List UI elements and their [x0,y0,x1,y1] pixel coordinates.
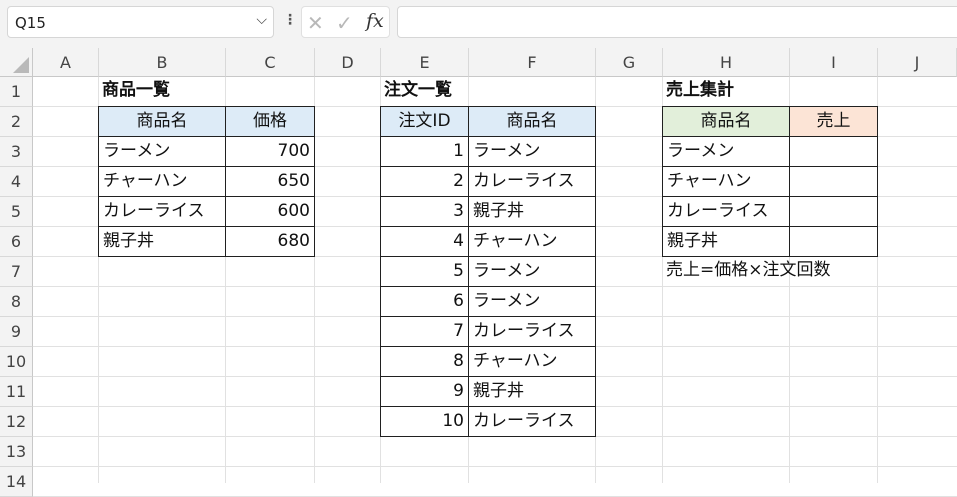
orders-cell-id[interactable]: 4 [380,226,469,257]
products-cell-price[interactable]: 600 [225,196,315,227]
orders-cell-product[interactable]: チャーハン [468,226,596,257]
summary-note[interactable]: 売上=価格×注文回数 [662,256,831,286]
row-header-13[interactable]: 13 [0,437,33,467]
products-title[interactable]: 商品一覧 [98,76,225,106]
summary-cell-product[interactable]: カレーライス [662,196,790,227]
products-cell-name[interactable]: チャーハン [98,166,226,197]
orders-cell-product[interactable]: ラーメン [468,136,596,167]
column-header-a[interactable]: A [33,48,99,77]
select-all-icon [13,57,29,73]
column-header-h[interactable]: H [663,48,790,77]
orders-cell-product[interactable]: 親子丼 [468,376,596,407]
row-header-2[interactable]: 2 [0,107,33,137]
row-header-6[interactable]: 6 [0,227,33,257]
more-vertical-icon[interactable]: ⋮ [283,13,297,27]
row-header-7[interactable]: 7 [0,257,33,287]
orders-header-id[interactable]: 注文ID [380,106,469,137]
formula-bar: Q15 ⌵ ⋮ ✕ ✓ fx [0,0,957,48]
select-all-corner[interactable] [0,48,33,77]
fx-icon[interactable]: fx [366,10,384,32]
column-header-i[interactable]: I [790,48,878,77]
products-cell-name[interactable]: カレーライス [98,196,226,227]
products-header-price[interactable]: 価格 [225,106,315,137]
row-header-8[interactable]: 8 [0,287,33,317]
row-header-4[interactable]: 4 [0,167,33,197]
chevron-down-icon[interactable]: ⌵ [256,12,267,28]
name-box[interactable]: Q15 ⌵ [7,6,274,38]
grid-hline [33,466,957,467]
summary-cell-sales[interactable] [789,226,878,257]
summary-cell-product[interactable]: チャーハン [662,166,790,197]
orders-cell-id[interactable]: 10 [380,406,469,437]
row-header-14[interactable]: 14 [0,467,33,497]
orders-cell-id[interactable]: 8 [380,346,469,377]
orders-cell-id[interactable]: 6 [380,286,469,317]
formula-input[interactable] [397,6,957,38]
summary-header-product[interactable]: 商品名 [662,106,790,137]
orders-cell-product[interactable]: カレーライス [468,316,596,347]
column-header-e[interactable]: E [381,48,469,77]
summary-cell-product[interactable]: 親子丼 [662,226,790,257]
row-header-1[interactable]: 1 [0,77,33,107]
orders-cell-id[interactable]: 7 [380,316,469,347]
orders-cell-product[interactable]: ラーメン [468,286,596,317]
confirm-check-icon[interactable]: ✓ [336,11,353,35]
summary-cell-product[interactable]: ラーメン [662,136,790,167]
products-cell-price[interactable]: 650 [225,166,315,197]
row-header-11[interactable]: 11 [0,377,33,407]
products-header-name[interactable]: 商品名 [98,106,226,137]
summary-cell-sales[interactable] [789,166,878,197]
column-header-d[interactable]: D [315,48,381,77]
row-header-9[interactable]: 9 [0,317,33,347]
cancel-x-icon[interactable]: ✕ [307,11,324,35]
column-header-g[interactable]: G [596,48,663,77]
orders-cell-id[interactable]: 3 [380,196,469,227]
row-header-3[interactable]: 3 [0,137,33,167]
orders-cell-id[interactable]: 9 [380,376,469,407]
row-header-5[interactable]: 5 [0,197,33,227]
products-cell-name[interactable]: 親子丼 [98,226,226,257]
products-cell-price[interactable]: 680 [225,226,315,257]
orders-cell-product[interactable]: ラーメン [468,256,596,287]
summary-cell-sales[interactable] [789,196,878,227]
orders-cell-product[interactable]: チャーハン [468,346,596,377]
orders-header-product[interactable]: 商品名 [468,106,596,137]
formula-actions: ✕ ✓ fx [301,6,390,38]
column-header-j[interactable]: J [878,48,957,77]
orders-cell-product[interactable]: 親子丼 [468,196,596,227]
column-header-f[interactable]: F [469,48,596,77]
column-header-c[interactable]: C [226,48,315,77]
orders-title[interactable]: 注文一覧 [380,76,468,106]
orders-cell-id[interactable]: 5 [380,256,469,287]
orders-cell-product[interactable]: カレーライス [468,166,596,197]
row-header-10[interactable]: 10 [0,347,33,377]
orders-cell-product[interactable]: カレーライス [468,406,596,437]
summary-header-sales[interactable]: 売上 [789,106,878,137]
orders-cell-id[interactable]: 2 [380,166,469,197]
summary-title[interactable]: 売上集計 [662,76,789,106]
row-header-12[interactable]: 12 [0,407,33,437]
summary-cell-sales[interactable] [789,136,878,167]
products-cell-name[interactable]: ラーメン [98,136,226,167]
products-cell-price[interactable]: 700 [225,136,315,167]
name-box-value: Q15 [15,14,46,32]
orders-cell-id[interactable]: 1 [380,136,469,167]
column-header-b[interactable]: B [99,48,226,77]
